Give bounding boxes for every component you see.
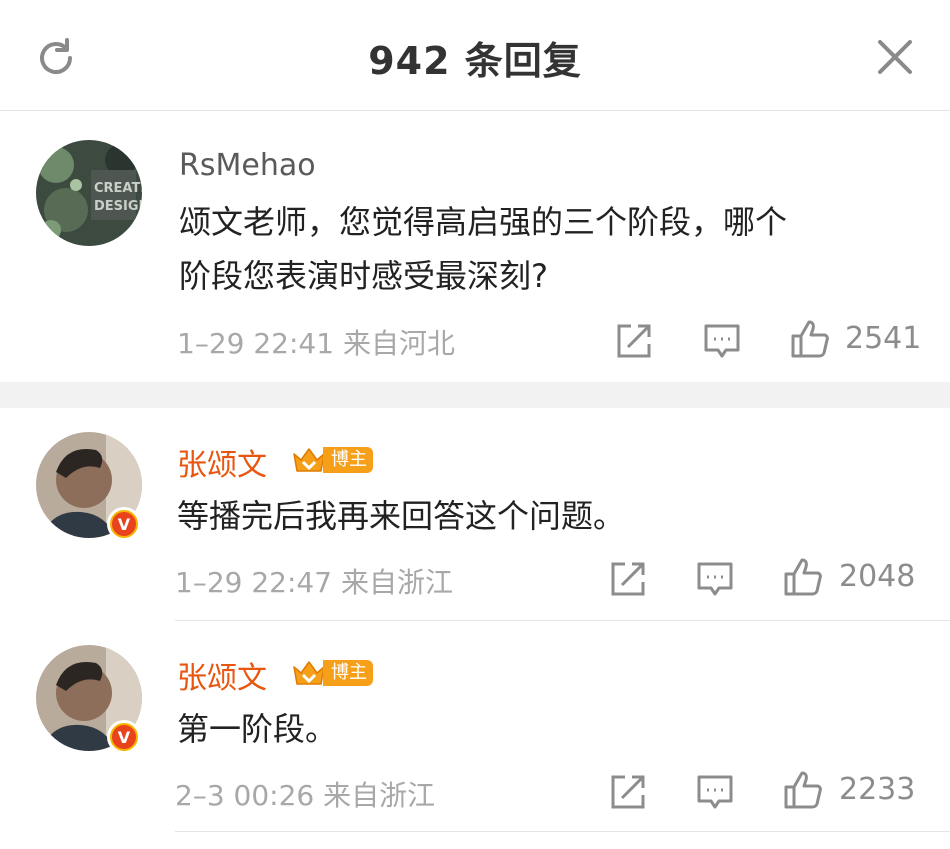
blogger-badge: 博主 (291, 445, 373, 475)
share-icon[interactable] (608, 559, 648, 599)
comment-text-line: 颂文老师，您觉得高启强的三个阶段，哪个 (179, 203, 788, 241)
share-icon[interactable] (614, 321, 654, 361)
comment-text-line: 阶段您表演时感受最深刻? (179, 257, 548, 295)
crown-icon (293, 448, 325, 472)
comment-text-line: 等播完后我再来回答这个问题。 (177, 497, 626, 535)
comment-time: 2–3 00:26 来自浙江 (175, 774, 435, 814)
comment-text-line: 第一阶段。 (177, 710, 338, 748)
timestamp: 1–29 22:47 (175, 566, 333, 599)
close-icon[interactable] (874, 36, 916, 78)
svg-text:DESIGN: DESIGN (94, 199, 142, 214)
thumbs-up-icon[interactable] (790, 319, 830, 359)
verified-v-icon: V (107, 720, 141, 754)
avatar[interactable]: CREATI DESIGN (36, 140, 142, 246)
badge-label: 博主 (323, 660, 373, 686)
username[interactable]: 张颂文 (177, 653, 267, 697)
thumbs-up-icon[interactable] (783, 770, 823, 810)
reply-header: 942 条回复 (0, 0, 950, 111)
like-count: 2048 (839, 559, 916, 594)
reply-comment: V 张颂文 博主 第一阶段。 2–3 00:26 来自浙江 2233 (0, 621, 950, 831)
comment-icon[interactable] (695, 559, 735, 599)
like-count: 2541 (845, 321, 922, 356)
username[interactable]: RsMehao (179, 148, 316, 183)
section-divider (0, 382, 950, 408)
comment-icon[interactable] (695, 772, 735, 812)
divider (175, 831, 950, 832)
page-title: 942 条回复 (368, 39, 582, 83)
crown-icon (293, 661, 325, 685)
share-icon[interactable] (608, 772, 648, 812)
like-count: 2233 (839, 772, 916, 807)
comment-icon[interactable] (702, 321, 742, 361)
blogger-badge: 博主 (291, 658, 373, 688)
location: 来自浙江 (323, 779, 436, 812)
thumbs-up-icon[interactable] (783, 557, 823, 597)
original-comment: CREATI DESIGN RsMehao 颂文老师，您觉得高启强的三个阶段，哪… (0, 111, 950, 382)
verified-v-icon: V (107, 507, 141, 541)
badge-label: 博主 (323, 447, 373, 473)
svg-text:CREATI: CREATI (94, 181, 142, 196)
location: 来自河北 (342, 327, 455, 360)
reply-comment: V 张颂文 博主 等播完后我再来回答这个问题。 1–29 22:47 来自浙江 … (0, 408, 950, 620)
comment-time: 1–29 22:41 来自河北 (177, 322, 455, 362)
username[interactable]: 张颂文 (177, 440, 267, 484)
comment-time: 1–29 22:47 来自浙江 (175, 561, 453, 601)
location: 来自浙江 (340, 566, 453, 599)
timestamp: 2–3 00:26 (175, 779, 315, 812)
timestamp: 1–29 22:41 (177, 327, 335, 360)
